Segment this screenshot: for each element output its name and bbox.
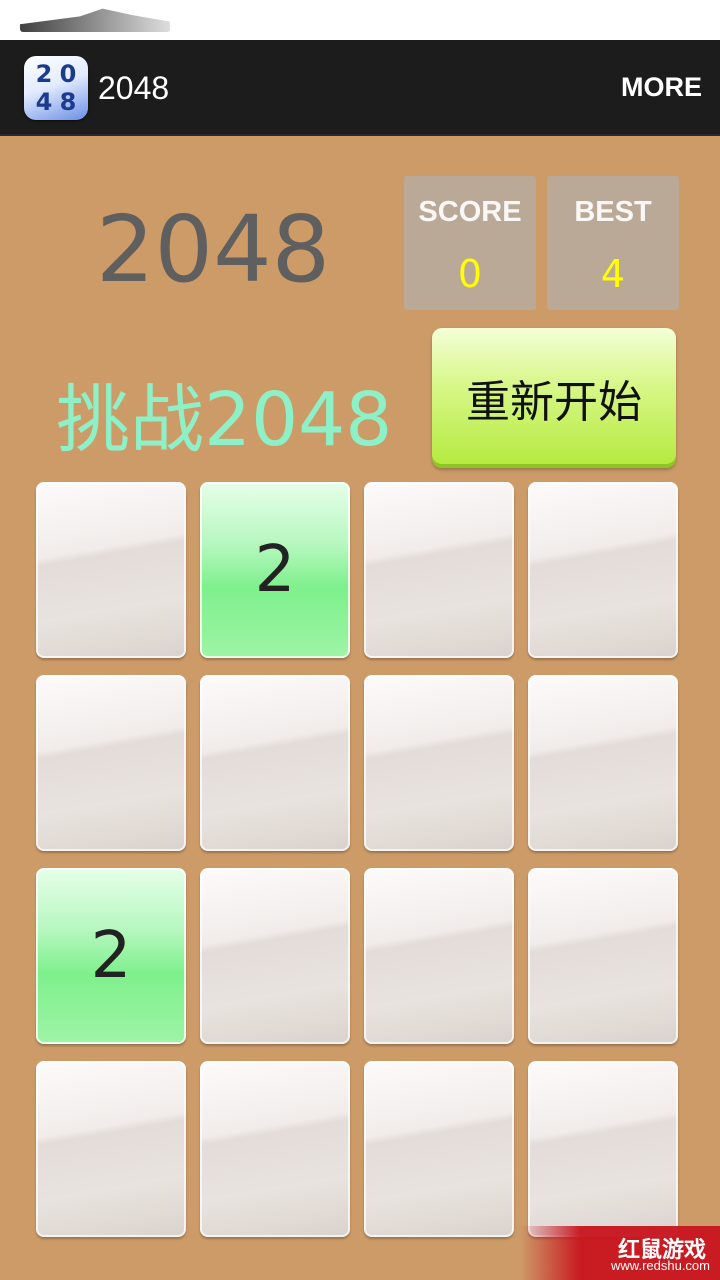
score-label: SCORE bbox=[418, 196, 522, 228]
tile-empty bbox=[364, 1061, 514, 1237]
tile-empty bbox=[200, 675, 350, 851]
tile-empty bbox=[364, 868, 514, 1044]
watermark-url: www.redshu.com bbox=[611, 1258, 710, 1273]
challenge-label: 挑战2048 bbox=[56, 377, 393, 463]
tile-empty bbox=[36, 675, 186, 851]
game-board[interactable]: 22 bbox=[36, 482, 684, 1242]
tile-empty bbox=[528, 1061, 678, 1237]
restart-button[interactable]: 重新开始 bbox=[432, 328, 676, 468]
best-label: BEST bbox=[574, 196, 652, 228]
game-title: 2048 bbox=[96, 196, 331, 303]
tile-empty bbox=[36, 1061, 186, 1237]
app-icon-digit: 8 bbox=[59, 88, 77, 116]
action-bar: 2 0 4 8 2048 MORE bbox=[0, 40, 720, 136]
best-score-box: BEST 4 bbox=[547, 176, 679, 310]
app-icon: 2 0 4 8 bbox=[24, 56, 88, 120]
tile-filled: 2 bbox=[200, 482, 350, 658]
watermark: 红鼠游戏 www.redshu.com bbox=[520, 1226, 720, 1280]
tile-empty bbox=[36, 482, 186, 658]
tile-empty bbox=[364, 675, 514, 851]
score-box: SCORE 0 bbox=[404, 176, 536, 310]
tile-empty bbox=[200, 1061, 350, 1237]
score-value: 0 bbox=[457, 252, 483, 296]
status-bar bbox=[0, 0, 720, 40]
tile-empty bbox=[528, 482, 678, 658]
status-bar-smudge bbox=[20, 8, 170, 32]
best-value: 4 bbox=[600, 252, 626, 296]
tile-filled: 2 bbox=[36, 868, 186, 1044]
app-icon-digit: 0 bbox=[59, 60, 77, 88]
tile-empty bbox=[528, 868, 678, 1044]
app-title: 2048 bbox=[98, 70, 170, 106]
tile-empty bbox=[364, 482, 514, 658]
more-button[interactable]: MORE bbox=[621, 72, 702, 103]
app-icon-digit: 2 bbox=[35, 60, 53, 88]
tile-empty bbox=[200, 868, 350, 1044]
app-icon-digit: 4 bbox=[35, 88, 53, 116]
tile-empty bbox=[528, 675, 678, 851]
